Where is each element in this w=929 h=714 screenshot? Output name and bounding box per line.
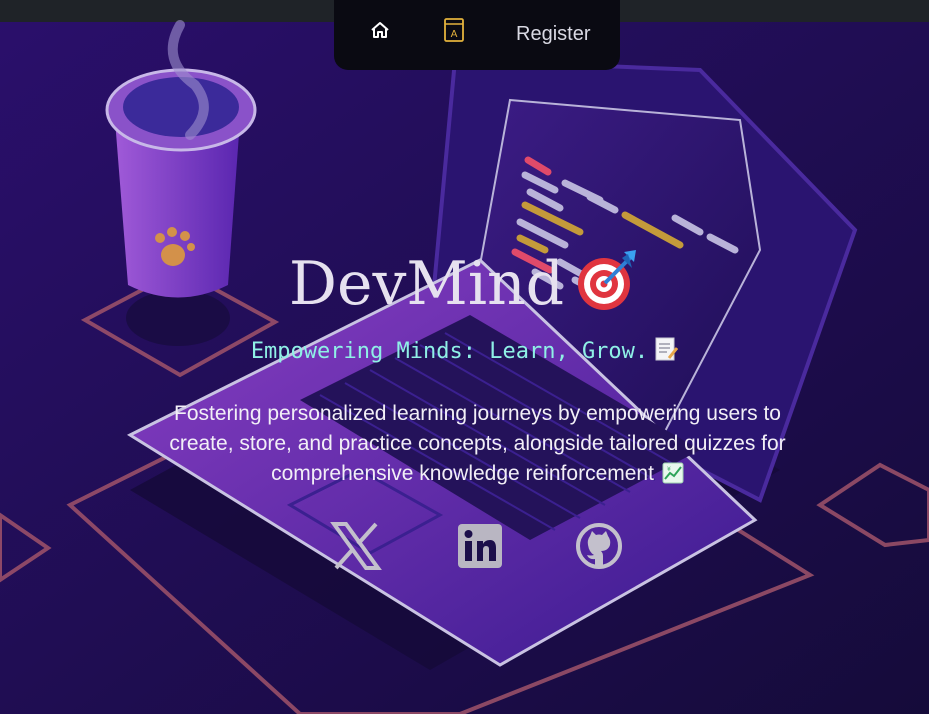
description: Fostering personalized learning journeys…	[150, 399, 805, 489]
tagline: Empowering Minds: Learn, Grow.	[0, 336, 929, 367]
page-title: DevMind	[0, 246, 929, 322]
hero-section: DevMind Empowering Minds: Learn, Grow. F…	[0, 0, 929, 714]
linkedin-icon[interactable]	[454, 520, 506, 572]
title-text: DevMind	[288, 249, 565, 319]
memo-emoji	[655, 337, 679, 361]
svg-text:¥: ¥	[667, 466, 671, 473]
tagline-text: Empowering Minds: Learn, Grow.	[250, 339, 649, 364]
chart-yen-emoji: ¥	[662, 462, 684, 484]
x-twitter-icon[interactable]	[330, 520, 382, 572]
dart-target-emoji	[578, 250, 637, 310]
description-text: Fostering personalized learning journeys…	[169, 402, 786, 485]
github-icon[interactable]	[573, 520, 625, 572]
